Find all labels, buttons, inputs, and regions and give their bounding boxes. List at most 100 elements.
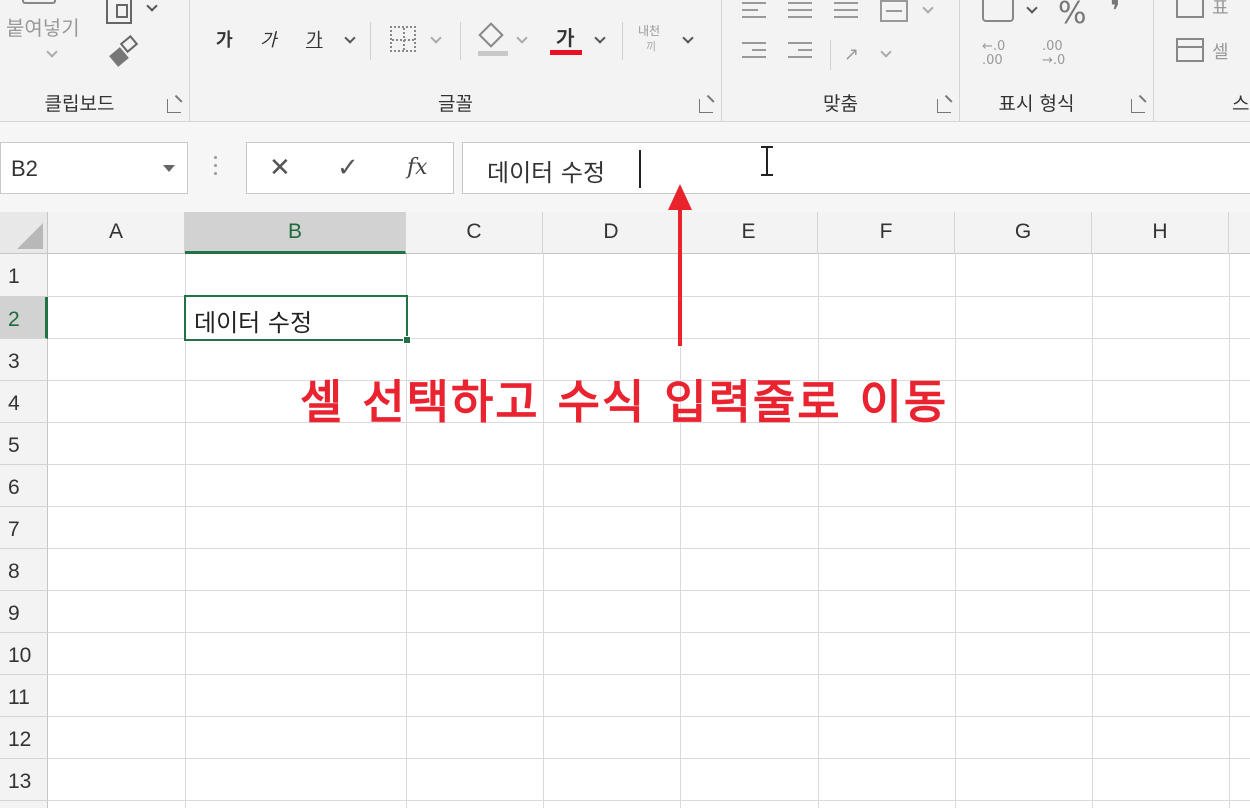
row-header-9[interactable]: 9 — [0, 591, 48, 633]
annotation-arrow-line — [678, 200, 682, 346]
increase-indent-icon[interactable] — [788, 42, 812, 63]
formula-input[interactable]: 데이터 수정 — [462, 142, 1250, 194]
grid-line — [48, 506, 1250, 507]
column-header-h[interactable]: H — [1092, 212, 1229, 254]
paste-icon[interactable] — [22, 0, 56, 4]
orientation-icon[interactable]: ↗ — [844, 44, 870, 66]
formula-input-value: 데이터 수정 — [487, 159, 606, 187]
column-header-c[interactable]: C — [406, 212, 543, 254]
row-header-partial[interactable] — [0, 801, 48, 808]
insert-function-icon[interactable]: fx — [407, 155, 428, 180]
grid-line — [48, 674, 1250, 675]
font-color-button[interactable]: 가 — [556, 22, 574, 51]
number-launcher-icon[interactable] — [1131, 99, 1145, 113]
accounting-format-icon[interactable] — [982, 0, 1014, 22]
cell-styles-icon[interactable] — [1176, 38, 1204, 62]
border-icon[interactable] — [390, 26, 416, 52]
cell-b2[interactable]: 데이터 수정 — [184, 295, 411, 344]
phonetic-dropdown-icon[interactable] — [682, 32, 694, 44]
column-header-partial[interactable] — [1229, 212, 1250, 254]
format-as-table-label[interactable]: 표 — [1212, 0, 1229, 20]
row-header-3[interactable]: 3 — [0, 339, 48, 381]
font-group: 가 가 가 가 내천 끼 글꼴 — [190, 0, 722, 121]
font-separator — [622, 22, 623, 60]
increase-decimal-button[interactable]: ←.0.00 — [982, 40, 1005, 68]
font-group-label: 글꼴 — [438, 93, 473, 115]
row-header-6[interactable]: 6 — [0, 465, 48, 507]
cancel-icon[interactable]: ✕ — [269, 153, 291, 183]
enter-icon[interactable]: ✓ — [337, 153, 359, 183]
bold-button[interactable]: 가 — [216, 26, 233, 52]
grid-line — [48, 464, 1250, 465]
cell-b2-value: 데이터 수정 — [194, 309, 313, 337]
accounting-dropdown-icon[interactable] — [1026, 2, 1038, 14]
formula-bar-resize-handle[interactable] — [214, 156, 218, 180]
comma-button[interactable]: ❜ — [1110, 0, 1120, 29]
column-header-f[interactable]: F — [818, 212, 955, 254]
row-header-8[interactable]: 8 — [0, 549, 48, 591]
format-painter-icon[interactable] — [109, 34, 139, 67]
grid-line — [48, 800, 1250, 801]
merge-center-icon[interactable] — [880, 0, 908, 22]
middle-align-icon[interactable] — [788, 2, 812, 23]
annotation-text: 셀 선택하고 수식 입력줄로 이동 — [300, 375, 949, 429]
percent-button[interactable]: % — [1058, 0, 1087, 31]
paste-button[interactable]: 붙여넣기 — [6, 12, 80, 41]
phonetic-sub-label: 끼 — [646, 40, 657, 53]
select-all-button[interactable] — [0, 212, 48, 254]
cell-styles-label[interactable]: 셀 — [1212, 38, 1229, 64]
decrease-indent-icon[interactable] — [742, 42, 766, 63]
underline-button[interactable]: 가 — [306, 26, 323, 52]
merge-dropdown-icon[interactable] — [922, 2, 934, 14]
row-header-7[interactable]: 7 — [0, 507, 48, 549]
name-box[interactable]: B2 — [0, 142, 188, 194]
row-header-11[interactable]: 11 — [0, 675, 48, 717]
row-header-1[interactable]: 1 — [0, 254, 48, 297]
grid-line — [48, 548, 1250, 549]
grid-line — [48, 716, 1250, 717]
italic-button[interactable]: 가 — [260, 26, 277, 52]
column-header-e[interactable]: E — [680, 212, 818, 254]
row-header-12[interactable]: 12 — [0, 717, 48, 759]
format-as-table-icon[interactable] — [1176, 0, 1204, 18]
column-header-g[interactable]: G — [955, 212, 1092, 254]
column-header-b[interactable]: B — [185, 212, 406, 254]
formula-buttons: ✕ ✓ fx — [246, 142, 454, 194]
copy-dropdown-icon[interactable] — [146, 0, 158, 12]
row-header-10[interactable]: 10 — [0, 633, 48, 675]
clipboard-group: 붙여넣기 클립보드 — [0, 0, 190, 121]
grid-line — [48, 758, 1250, 759]
decrease-decimal-button[interactable]: .00 →.0 — [1042, 40, 1065, 68]
row-header-13[interactable]: 13 — [0, 759, 48, 801]
bottom-align-icon[interactable] — [834, 2, 858, 23]
underline-dropdown-icon[interactable] — [344, 32, 356, 44]
font-color-dropdown-icon[interactable] — [594, 32, 606, 44]
row-header-2[interactable]: 2 — [0, 297, 48, 339]
row-header-5[interactable]: 5 — [0, 423, 48, 465]
copy-icon[interactable] — [106, 0, 132, 24]
phonetic-button[interactable]: 내천 — [638, 22, 660, 39]
font-launcher-icon[interactable] — [699, 99, 713, 113]
ribbon: 붙여넣기 클립보드 가 가 가 가 내천 끼 글꼴 ↗ 맞춤 % ❜ ←.0 .… — [0, 0, 1250, 122]
clipboard-group-label: 클립보드 — [44, 93, 115, 115]
column-header-a[interactable]: A — [48, 212, 185, 254]
column-header-d[interactable]: D — [543, 212, 680, 254]
orientation-dropdown-icon[interactable] — [880, 46, 892, 58]
text-caret — [639, 150, 641, 188]
top-align-icon[interactable] — [742, 2, 766, 23]
name-box-dropdown-icon[interactable] — [163, 165, 175, 172]
row-header-4[interactable]: 4 — [0, 381, 48, 423]
clipboard-launcher-icon[interactable] — [167, 99, 181, 113]
alignment-launcher-icon[interactable] — [937, 99, 951, 113]
fill-color-dropdown-icon[interactable] — [516, 32, 528, 44]
border-dropdown-icon[interactable] — [430, 32, 442, 44]
grid-line — [48, 632, 1250, 633]
alignment-group-label: 맞춤 — [823, 93, 858, 115]
fill-color-icon[interactable] — [478, 22, 508, 56]
styles-group-label: 스 — [1232, 93, 1250, 115]
number-group: % ❜ ←.0.00 .00 →.0 표시 형식 — [960, 0, 1154, 121]
alignment-group: ↗ 맞춤 — [722, 0, 960, 121]
font-separator — [370, 22, 371, 60]
paste-dropdown-icon[interactable] — [46, 46, 58, 58]
fill-handle[interactable] — [403, 336, 411, 344]
